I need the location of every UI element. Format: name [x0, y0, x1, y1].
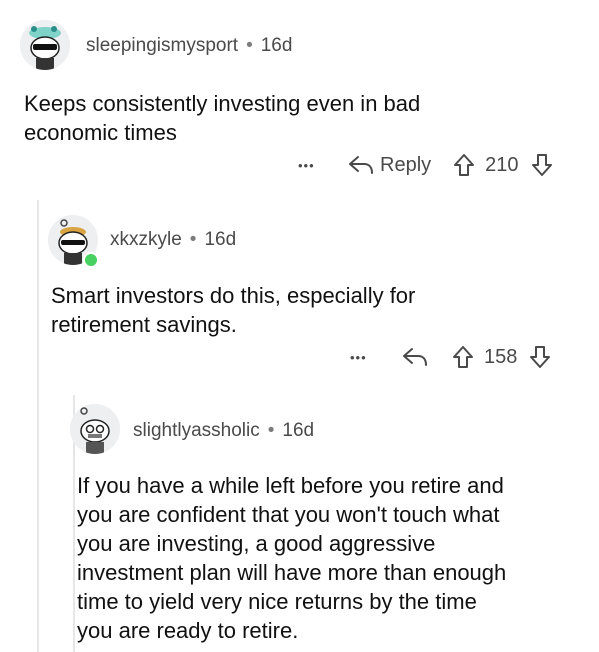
comment-body-line: economic times — [24, 120, 177, 145]
downvote-button[interactable] — [531, 153, 553, 177]
comment-meta: xkxzkyle • 16d — [110, 229, 236, 251]
comment-meta: sleepingismysport • 16d — [86, 35, 292, 57]
username[interactable]: xkxzkyle — [110, 229, 182, 250]
comment-meta: slightlyassholic • 16d — [133, 420, 314, 442]
comment-body-line: If you have a while left before you reti… — [77, 473, 504, 498]
comment-actions: ••• Reply 210 — [298, 153, 553, 177]
more-options-icon: ••• — [350, 349, 367, 365]
downvote-icon — [530, 346, 551, 368]
comment-body-line: you are investing, a good aggressive — [77, 531, 436, 556]
separator-dot: • — [189, 229, 197, 250]
vote-score: 210 — [485, 153, 519, 176]
upvote-icon — [454, 154, 475, 176]
reply-icon — [348, 154, 374, 176]
upvote-button[interactable] — [452, 345, 474, 369]
reply-icon — [403, 348, 427, 366]
reply-button[interactable]: Reply — [348, 154, 431, 177]
timestamp[interactable]: 16d — [261, 35, 293, 56]
comment-body-line: investment plan will have more than enou… — [77, 560, 507, 585]
snoo-avatar-icon — [20, 20, 70, 70]
comment-actions: ••• 158 — [350, 345, 551, 369]
comment-body-line: retirement savings. — [51, 312, 237, 337]
timestamp[interactable]: 16d — [204, 229, 236, 250]
snoo-avatar-icon — [70, 404, 120, 454]
username[interactable]: sleepingismysport — [86, 35, 238, 56]
avatar[interactable] — [20, 20, 70, 70]
upvote-icon — [453, 346, 473, 368]
separator-dot: • — [246, 35, 253, 56]
more-options-icon: ••• — [298, 157, 315, 173]
more-options-button[interactable]: ••• — [298, 158, 348, 173]
more-options-button[interactable]: ••• — [350, 350, 402, 365]
comment-body-line: time to yield very nice returns by the t… — [77, 589, 477, 614]
username[interactable]: slightlyassholic — [133, 420, 260, 441]
comment-body-line: you are ready to retire. — [77, 618, 299, 643]
downvote-button[interactable] — [529, 345, 551, 369]
separator-dot: • — [267, 420, 275, 441]
downvote-icon — [531, 154, 552, 176]
timestamp[interactable]: 16d — [282, 420, 314, 441]
reply-button[interactable] — [402, 346, 428, 368]
comment-body-line: Smart investors do this, especially for — [51, 283, 416, 308]
comment-body: Keeps consistently investing even in bad… — [24, 89, 420, 147]
comment-body: Smart investors do this, especially for … — [51, 281, 415, 339]
comment-body: If you have a while left before you reti… — [77, 471, 506, 645]
comment-body-line: Keeps consistently investing even in bad — [24, 91, 421, 116]
vote-score: 158 — [484, 345, 518, 368]
avatar[interactable] — [70, 404, 120, 454]
reply-label: Reply — [380, 153, 432, 176]
thread-line-level-1[interactable] — [37, 200, 39, 652]
upvote-button[interactable] — [453, 153, 475, 177]
online-status-indicator — [83, 252, 99, 268]
comment-body-line: you are confident that you won't touch w… — [77, 502, 500, 527]
